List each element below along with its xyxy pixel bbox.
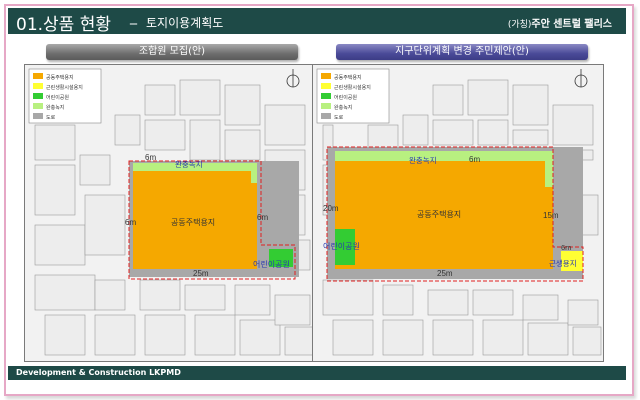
- right-legend-label-3: 완충녹지: [334, 104, 352, 111]
- right-legend: 공동주택용지 근린생활시설용지 어린이공원 완충녹지 도로: [316, 68, 390, 124]
- left-legend-swatch-0: [33, 73, 43, 79]
- page-subtitle: 토지이용계획도: [146, 16, 224, 30]
- project-title: 주안 센트럴 팰리스: [531, 19, 612, 30]
- right-dim-right: 15m: [543, 211, 559, 220]
- right-legend-label-0: 공동주택용지: [334, 74, 362, 81]
- right-buffer-green: [335, 151, 553, 161]
- left-buffer-label: 완충녹지: [175, 160, 203, 169]
- left-legend-swatch-1: [33, 83, 43, 89]
- left-panel-label: 조합원 모집(안): [46, 44, 298, 60]
- left-north-arrow-icon: [286, 69, 300, 88]
- page-title: 01.상품 현황: [16, 15, 111, 35]
- left-zone-label: 공동주택용지: [171, 217, 215, 227]
- right-land-use-map: 공동주택용지 근린생활시설용지 어린이공원 완충녹지 도로 공동주택용지 완충녹…: [312, 64, 604, 362]
- left-legend-swatch-4: [33, 113, 43, 119]
- right-legend-label-1: 근린생활시설용지: [334, 84, 371, 91]
- right-legend-swatch-4: [321, 113, 331, 119]
- right-legend-swatch-2: [321, 93, 331, 99]
- footer-text: Development & Construction LKPMD: [16, 368, 181, 377]
- right-dim-corner: 6m: [561, 243, 571, 252]
- right-buffer-label: 완충녹지: [409, 156, 437, 165]
- right-map-svg: 공동주택용지 근린생활시설용지 어린이공원 완충녹지 도로 공동주택용지 완충녹…: [316, 68, 602, 356]
- left-dim-left: 6m: [125, 218, 136, 227]
- left-legend-swatch-3: [33, 103, 43, 109]
- left-park-label: 어린이공원: [253, 259, 290, 269]
- project-name: (가칭)주안 센트럴 팰리스: [508, 15, 612, 30]
- right-legend-swatch-0: [321, 73, 331, 79]
- title-separator: _: [130, 9, 137, 25]
- right-legend-swatch-3: [321, 103, 331, 109]
- left-housing-zone: [133, 163, 257, 269]
- project-paren: (가칭): [507, 20, 532, 30]
- right-dim-top: 6m: [469, 155, 480, 164]
- right-dim-left: 20m: [323, 204, 339, 213]
- left-dim-right: 6m: [257, 213, 268, 222]
- right-buffer-green-right: [545, 151, 553, 187]
- right-park-label: 어린이공원: [323, 241, 360, 251]
- left-land-use-map: 공동주택용지 근린생활시설용지 어린이공원 완충녹지 도로 공동주택용지 완충녹…: [24, 64, 316, 362]
- left-legend-label-2: 어린이공원: [46, 94, 69, 101]
- left-dim-top: 6m: [145, 153, 156, 162]
- left-legend: 공동주택용지 근린생활시설용지 어린이공원 완충녹지 도로: [28, 68, 102, 124]
- right-legend-label-4: 도로: [334, 115, 344, 121]
- right-dim-bottom: 25m: [437, 269, 453, 278]
- left-legend-label-1: 근린생활시설용지: [46, 84, 83, 91]
- right-zone-label: 공동주택용지: [417, 209, 461, 219]
- right-legend-swatch-1: [321, 83, 331, 89]
- left-buffer-green-right: [251, 163, 257, 183]
- right-facility-label: 근생용지: [549, 258, 577, 268]
- right-legend-label-2: 어린이공원: [334, 94, 357, 101]
- right-panel-label: 지구단위계획 변경 주민제안(안): [336, 44, 588, 60]
- left-map-svg: 공동주택용지 근린생활시설용지 어린이공원 완충녹지 도로 공동주택용지 완충녹…: [28, 68, 314, 356]
- left-dim-bottom: 25m: [193, 269, 209, 278]
- right-north-arrow-icon: [574, 69, 588, 88]
- left-legend-label-0: 공동주택용지: [46, 74, 74, 81]
- left-legend-label-4: 도로: [46, 115, 56, 121]
- footer-bar: Development & Construction LKPMD: [8, 366, 626, 380]
- header-bar: 01.상품 현황 _ 토지이용계획도 (가칭)주안 센트럴 팰리스: [8, 8, 626, 35]
- left-legend-swatch-2: [33, 93, 43, 99]
- left-legend-label-3: 완충녹지: [46, 104, 64, 111]
